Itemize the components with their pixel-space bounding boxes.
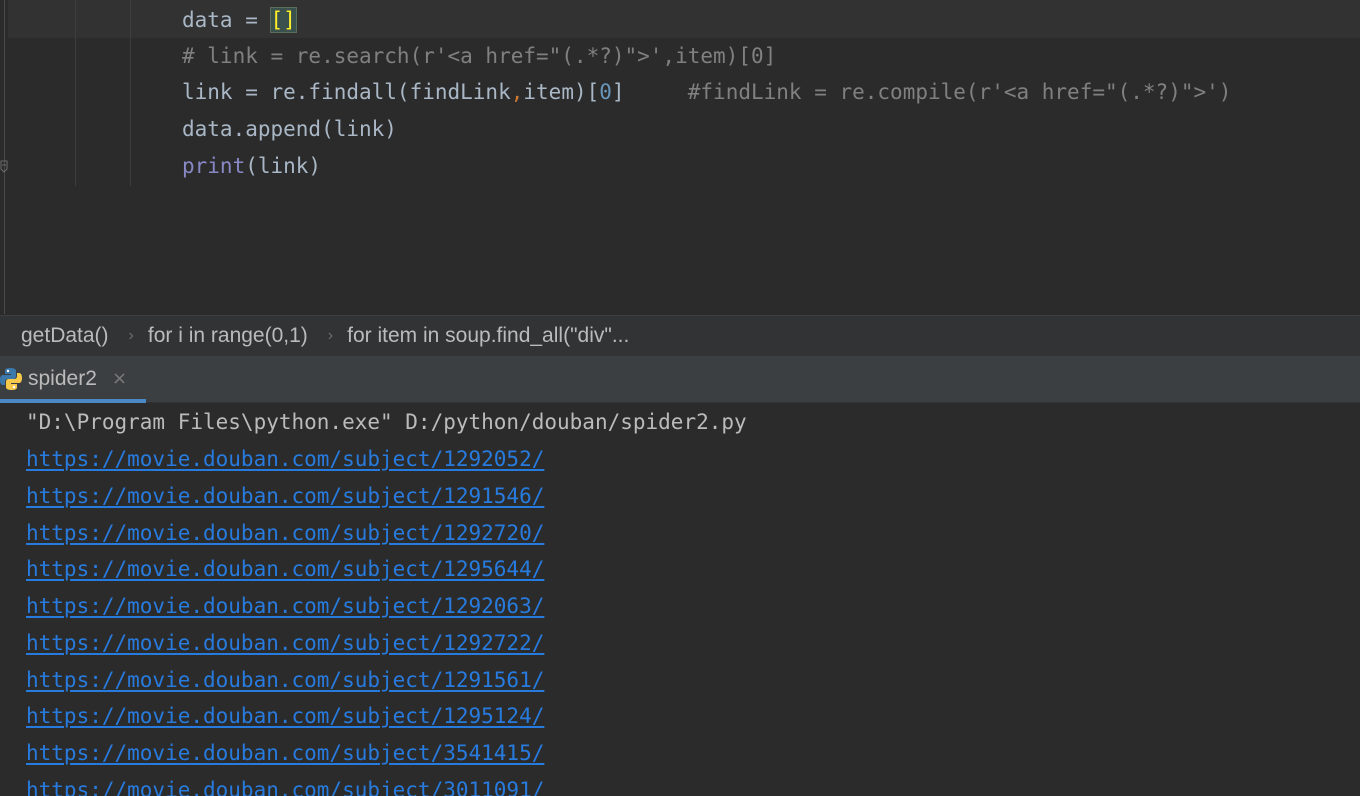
breadcrumb-item-for-range[interactable]: for i in range(0,1) xyxy=(134,324,308,348)
console-link[interactable]: https://movie.douban.com/subject/1292722… xyxy=(26,625,544,662)
run-tab-label: spider2 xyxy=(28,367,97,390)
code-token: item)[ xyxy=(523,80,600,104)
code-token: [] xyxy=(269,7,297,33)
code-token: ] xyxy=(611,80,688,104)
chevron-right-icon: › xyxy=(327,327,334,344)
console-link[interactable]: https://movie.douban.com/subject/3011091… xyxy=(26,772,544,796)
indent-guide xyxy=(130,0,131,186)
breadcrumb-item-function[interactable]: getData() xyxy=(0,324,109,348)
console-link[interactable]: https://movie.douban.com/subject/3541415… xyxy=(26,735,544,772)
close-icon[interactable]: × xyxy=(112,356,127,402)
run-tab-spider2[interactable]: spider2 × xyxy=(0,356,146,403)
console-link[interactable]: https://movie.douban.com/subject/1295124… xyxy=(26,698,544,735)
console-command-line: "D:\Program Files\python.exe" D:/python/… xyxy=(26,410,747,434)
code-line[interactable]: # link = re.search(r'<a href="(.*?)">',i… xyxy=(182,38,776,74)
code-line[interactable]: data = [] xyxy=(182,2,297,38)
chevron-right-icon: › xyxy=(128,327,134,344)
python-icon xyxy=(0,367,22,391)
console-link[interactable]: https://movie.douban.com/subject/1292063… xyxy=(26,588,544,625)
run-console[interactable]: "D:\Program Files\python.exe" D:/python/… xyxy=(0,403,1360,796)
code-token: data.append(link) xyxy=(182,117,397,141)
console-link[interactable]: https://movie.douban.com/subject/1292720… xyxy=(26,515,544,552)
breadcrumb-item-for-find-all[interactable]: for item in soup.find_all("div"... xyxy=(333,324,629,348)
indent-guide xyxy=(75,0,76,186)
code-token: print xyxy=(182,154,246,178)
console-link[interactable]: https://movie.douban.com/subject/1295644… xyxy=(26,551,544,588)
console-link[interactable]: https://movie.douban.com/subject/1292052… xyxy=(26,441,544,478)
fold-icon[interactable] xyxy=(0,156,8,174)
code-token: data = xyxy=(182,8,271,32)
code-line[interactable]: print(link) xyxy=(182,148,321,184)
run-tool-window-tabs: spider2 × xyxy=(0,356,1360,403)
code-token: # link = re.search(r'<a href="(.*?)">',i… xyxy=(182,44,777,68)
code-token: link = re.findall(findLink xyxy=(182,80,511,104)
code-token: (link) xyxy=(245,154,322,178)
code-token: 0 xyxy=(599,80,612,104)
code-editor[interactable]: data = [] # link = re.search(r'<a href="… xyxy=(0,0,1360,314)
console-link[interactable]: https://movie.douban.com/subject/1291561… xyxy=(26,662,544,699)
code-token: , xyxy=(510,80,524,104)
breadcrumb: getData() › for i in range(0,1) › for it… xyxy=(0,315,1360,356)
console-link[interactable]: https://movie.douban.com/subject/1291546… xyxy=(26,478,544,515)
code-token: #findLink = re.compile(r'<a href="(.*?)"… xyxy=(687,80,1232,104)
code-line[interactable]: link = re.findall(findLink,item)[0] #fin… xyxy=(182,74,1231,110)
code-line[interactable]: data.append(link) xyxy=(182,111,397,147)
